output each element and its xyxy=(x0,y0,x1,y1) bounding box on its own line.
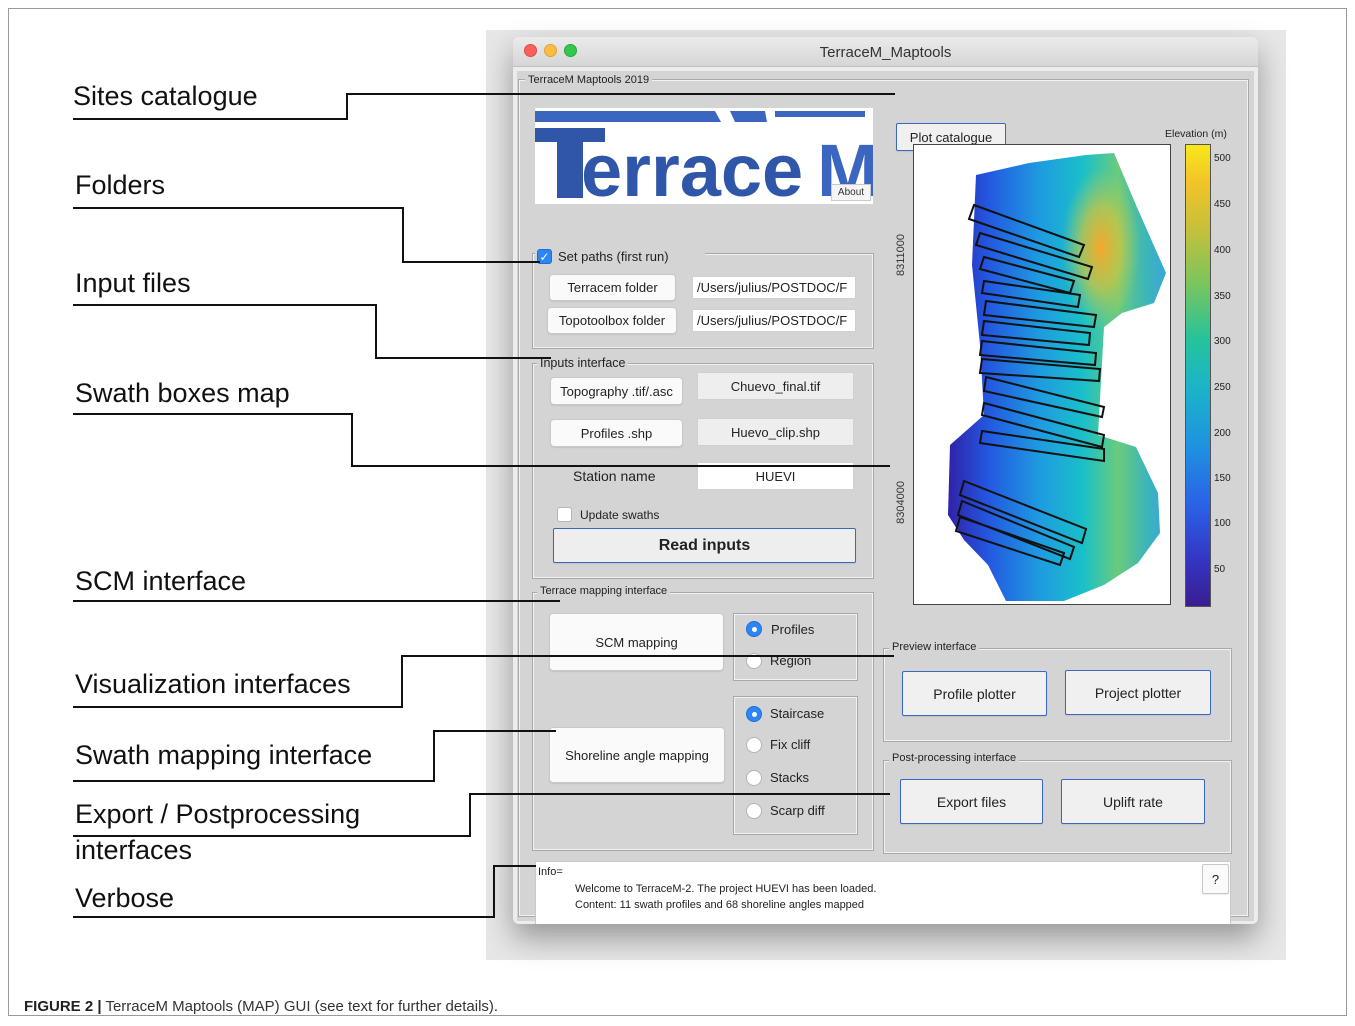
annotation-folders: Folders xyxy=(75,170,166,200)
annotation-input-files: Input files xyxy=(75,268,191,298)
annotation-swath-mapping-interface: Swath mapping interface xyxy=(75,740,373,770)
annotation-interfaces: interfaces xyxy=(75,835,193,865)
figure-caption-text: TerraceM Maptools (MAP) GUI (see text fo… xyxy=(101,998,499,1015)
figure-caption-label: FIGURE 2 | xyxy=(24,998,102,1015)
annotation-verbose: Verbose xyxy=(75,883,175,913)
callout-lines xyxy=(73,93,895,918)
annotation-visualization-interfaces: Visualization interfaces xyxy=(75,669,351,699)
annotation-swath-boxes-map: Swath boxes map xyxy=(75,378,290,408)
annotation-export-postprocessing: Export / Postprocessing xyxy=(75,799,361,829)
annotation-scm-interface: SCM interface xyxy=(75,566,247,596)
annotation-sites-catalogue: Sites catalogue xyxy=(73,81,258,111)
figure-caption: FIGURE 2 | TerraceM Maptools (MAP) GUI (… xyxy=(24,998,498,1015)
